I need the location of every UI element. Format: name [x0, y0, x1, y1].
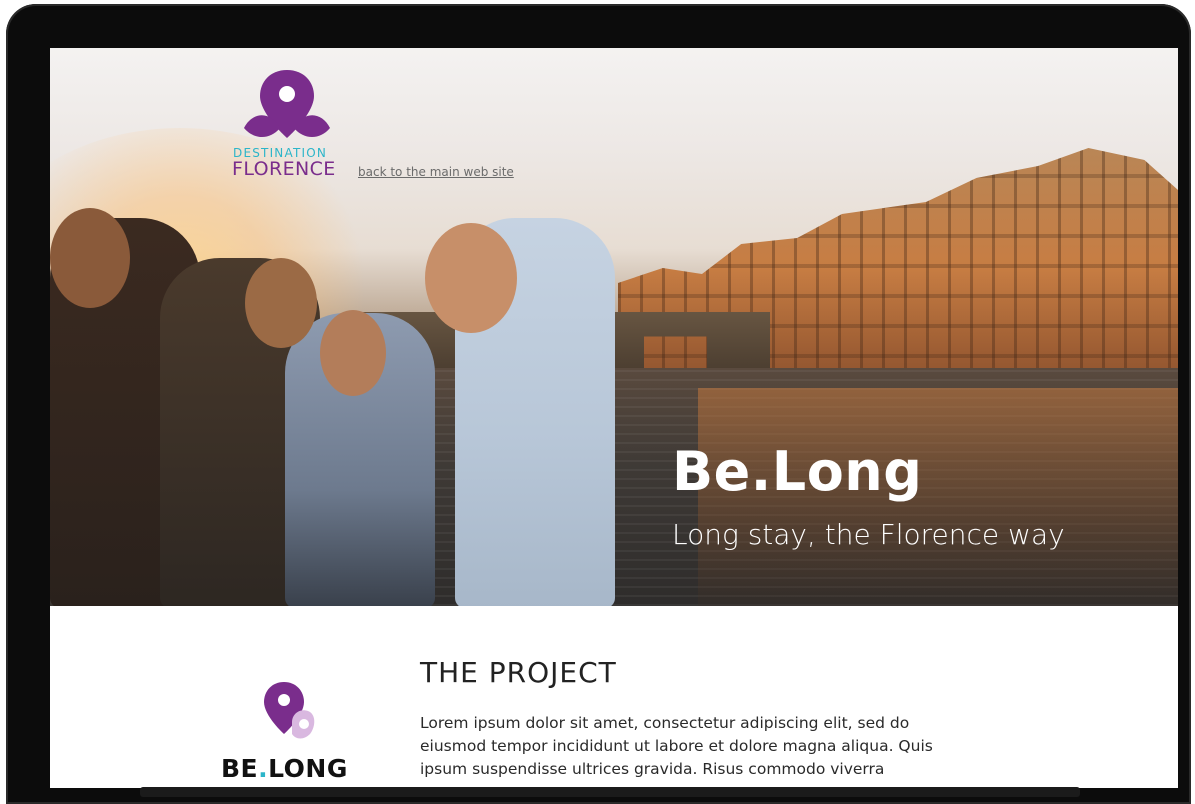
person-2-head	[245, 258, 317, 348]
person-3-head	[320, 310, 386, 396]
back-to-main-site-link[interactable]: back to the main web site	[358, 165, 514, 179]
belong-logo-text-long: LONG	[268, 754, 348, 783]
person-4-head	[425, 223, 517, 333]
logo-text-florence: FLORENCE	[232, 158, 336, 180]
belong-logo-text: BE.LONG	[221, 754, 348, 783]
hero-title: Be.Long	[672, 440, 923, 503]
hero-section: DESTINATION FLORENCE back to the main we…	[50, 48, 1178, 606]
browser-screen: DESTINATION FLORENCE back to the main we…	[50, 48, 1178, 788]
belong-logo-text-dot: .	[258, 754, 269, 783]
laptop-bottom-bar	[140, 787, 1080, 797]
hero-subtitle: Long stay, the Florence way	[672, 518, 1065, 551]
belong-logo-text-be: BE	[221, 754, 259, 783]
person-1-head	[50, 208, 130, 308]
project-body: Lorem ipsum dolor sit amet, consectetur …	[420, 714, 933, 778]
project-title: THE PROJECT	[420, 656, 617, 689]
laptop-frame: DESTINATION FLORENCE back to the main we…	[6, 4, 1191, 804]
